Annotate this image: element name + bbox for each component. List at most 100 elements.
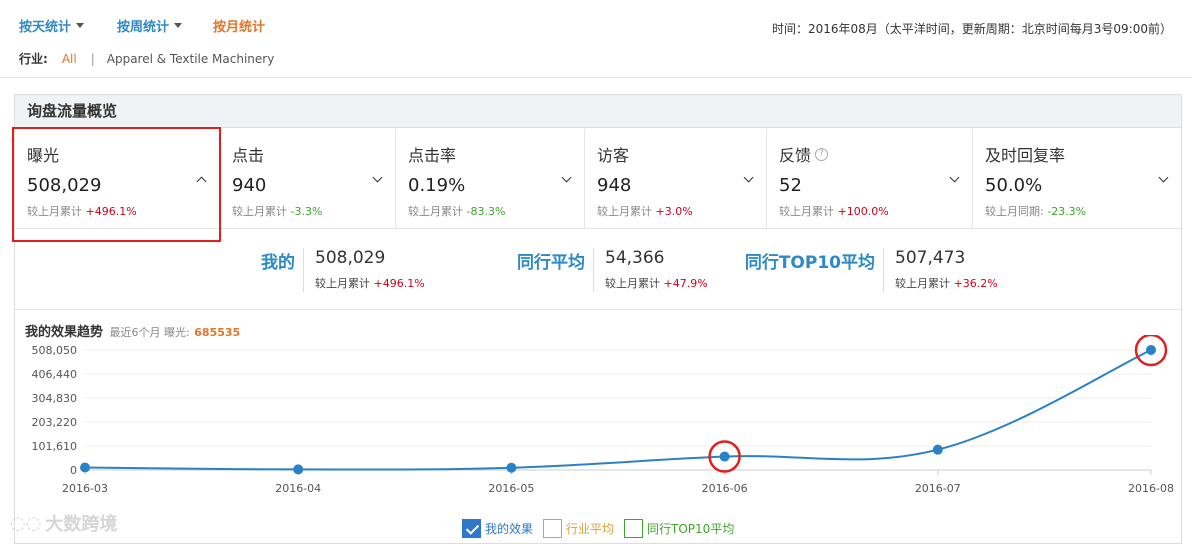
compare-label: 较上月累计 [779, 205, 834, 218]
compare-sub: 较上月累计 +47.9% [605, 275, 708, 291]
data-point [1146, 345, 1156, 356]
metric-compare: 较上月累计 +496.1% [27, 203, 209, 219]
industry-filter: 行业: All | Apparel & Textile Machinery [19, 50, 274, 67]
y-tick-label: 304,830 [32, 392, 78, 405]
industry-all-link[interactable]: All [62, 52, 77, 66]
watermark: ◌◌ 大数跨境 [10, 510, 117, 536]
compare-change: -23.3% [1047, 205, 1087, 218]
help-icon[interactable]: ? [815, 147, 829, 161]
data-point [293, 464, 304, 475]
series-line [84, 349, 1152, 471]
y-tick-label: 0 [70, 464, 77, 477]
comparison-row: 我的 508,029 较上月累计 +496.1% 同行平均 54,366 较上月… [15, 230, 1181, 310]
y-tick-label: 406,440 [32, 368, 78, 381]
watermark-text: 大数跨境 [45, 514, 118, 535]
legend-label: 同行TOP10平均 [647, 522, 735, 536]
metric-card-reply-rate[interactable]: 及时回复率 50.0% 较上月同期: -23.3% [973, 129, 1181, 229]
metric-compare: 较上月同期: -23.3% [985, 203, 1171, 219]
metric-value: 940 [232, 175, 267, 196]
legend-label: 我的效果 [485, 522, 534, 536]
industry-separator: | [90, 51, 95, 66]
compare-label: 我的 [261, 253, 295, 273]
metric-name: 及时回复率 [985, 146, 1066, 165]
y-tick-label: 101,610 [32, 440, 78, 453]
industry-label: 行业: [19, 52, 48, 66]
tab-daily-label: 按天统计 [19, 20, 72, 35]
compare-label: 较上月累计 [408, 205, 463, 218]
tab-weekly-label: 按周统计 [117, 20, 170, 35]
compare-label: 较上月同期: [985, 205, 1044, 218]
compare-label: 较上月累计 [232, 205, 287, 218]
inquiry-traffic-panel: 询盘流量概览 曝光 508,029 较上月累计 +496.1% 点击 940 较… [12, 94, 1182, 544]
legend-item-top10[interactable]: 同行TOP10平均 [624, 519, 734, 538]
metric-value: 50.0% [985, 175, 1043, 196]
top-bar: 按天统计 按周统计 按月统计 时间：2016年08月（太平洋时间，更新周期：北京… [0, 0, 1192, 78]
metric-card-visitors[interactable]: 访客 948 较上月累计 +3.0% [585, 129, 767, 229]
checkbox-checked-icon[interactable] [462, 519, 481, 538]
metric-name: 点击率 [408, 146, 457, 165]
chevron-down-icon [174, 23, 183, 28]
tab-monthly[interactable]: 按月统计 [213, 16, 265, 35]
x-tick-label: 2016-06 [702, 482, 748, 495]
chevron-down-icon [76, 23, 85, 28]
chart-legend: 我的效果 行业平均 同行TOP10平均 [462, 519, 734, 538]
tab-daily[interactable]: 按天统计 [19, 16, 117, 35]
compare-change: +3.0% [655, 205, 693, 218]
checkbox-icon[interactable] [543, 519, 563, 538]
trend-chart: 508,050 406,440 304,830 203,220 101,610 0 2016… [32, 335, 1174, 495]
data-point [719, 451, 730, 462]
tab-weekly[interactable]: 按周统计 [117, 16, 213, 35]
compare-sub-label: 较上月累计 [895, 277, 950, 290]
compare-label: 同行TOP10平均 [744, 253, 875, 273]
divider [883, 248, 884, 292]
metric-compare: 较上月累计 +100.0% [779, 203, 962, 219]
metric-name: 访客 [597, 146, 630, 165]
metric-cards: 曝光 508,029 较上月累计 +496.1% 点击 940 较上月累计 -3… [15, 129, 1181, 229]
x-tick-label: 2016-05 [488, 482, 534, 495]
metric-name: 反馈 [779, 146, 812, 165]
metric-name: 点击 [232, 146, 265, 165]
data-point [80, 462, 90, 473]
y-tick-label: 203,220 [32, 416, 78, 429]
compare-change: +496.1% [85, 205, 137, 218]
legend-item-industry[interactable]: 行业平均 [543, 519, 614, 538]
compare-sub: 较上月累计 +36.2% [895, 275, 998, 291]
time-info: 时间：2016年08月（太平洋时间，更新周期：北京时间每月3号09:00前） [771, 22, 1172, 36]
compare-change: +100.0% [837, 205, 889, 218]
compare-change: -83.3% [466, 205, 506, 218]
x-tick-label: 2016-04 [275, 482, 321, 495]
legend-label: 行业平均 [566, 522, 615, 536]
watermark-logo-icon: ◌◌ [10, 512, 42, 534]
data-point [932, 444, 943, 455]
compare-sub-change: +47.9% [663, 277, 708, 290]
checkbox-icon[interactable] [624, 519, 644, 538]
period-tabs: 按天统计 按周统计 按月统计 [19, 16, 265, 35]
metric-value: 508,029 [27, 175, 102, 196]
metric-compare: 较上月累计 -83.3% [408, 203, 574, 219]
divider [303, 248, 304, 292]
x-tick-label: 2016-03 [62, 482, 108, 495]
compare-sub-change: +36.2% [953, 277, 998, 290]
data-point [506, 462, 517, 473]
industry-selected-link[interactable]: Apparel & Textile Machinery [107, 52, 275, 66]
compare-sub-label: 较上月累计 [605, 277, 660, 290]
metric-card-exposure[interactable]: 曝光 508,029 较上月累计 +496.1% [15, 129, 220, 229]
compare-sub-label: 较上月累计 [315, 277, 370, 290]
compare-sub-change: +496.1% [373, 277, 425, 290]
metric-value: 948 [597, 175, 632, 196]
metric-value: 0.19% [408, 175, 466, 196]
compare-value: 507,473 [895, 248, 966, 268]
legend-item-mine[interactable]: 我的效果 [462, 519, 533, 538]
compare-value: 508,029 [315, 248, 386, 268]
metric-compare: 较上月累计 -3.3% [232, 203, 385, 219]
metric-compare: 较上月累计 +3.0% [597, 203, 756, 219]
compare-value: 54,366 [605, 248, 665, 268]
x-tick-label: 2016-07 [915, 482, 961, 495]
x-tick-label: 2016-08 [1128, 482, 1174, 495]
metric-value: 52 [779, 175, 802, 196]
divider [593, 248, 594, 292]
metric-card-feedback[interactable]: 反馈? 52 较上月累计 +100.0% [767, 129, 973, 229]
metric-card-clicks[interactable]: 点击 940 较上月累计 -3.3% [220, 129, 396, 229]
compare-change: -3.3% [290, 205, 323, 218]
metric-card-ctr[interactable]: 点击率 0.19% 较上月累计 -83.3% [396, 129, 585, 229]
